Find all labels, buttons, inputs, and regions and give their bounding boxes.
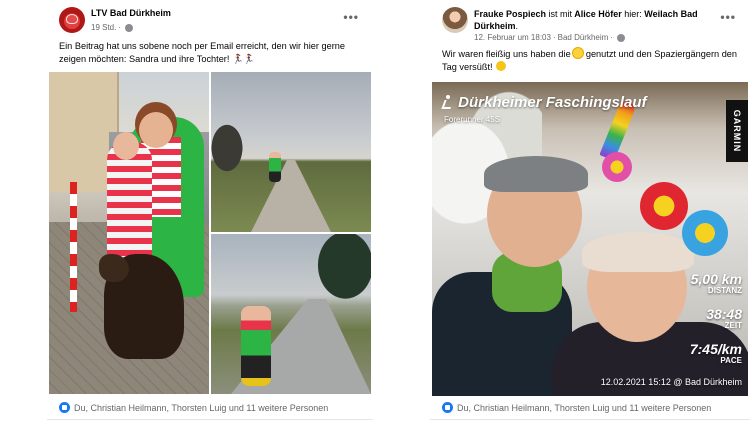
- more-icon[interactable]: •••: [720, 10, 736, 24]
- stat-distance: 5,00 km DISTANZ: [690, 271, 742, 295]
- activity-footer: 12.02.2021 15:12 @ Bad Dürkheim: [600, 377, 742, 387]
- reactions-bar[interactable]: Du, Christian Heilmann, Thorsten Luig un…: [442, 402, 711, 413]
- reactions-text[interactable]: Du, Christian Heilmann, Thorsten Luig un…: [74, 403, 328, 413]
- reactions-bar[interactable]: Du, Christian Heilmann, Thorsten Luig un…: [59, 402, 328, 413]
- run-emoji: 🏃‍♀️🏃‍♀️: [231, 54, 255, 64]
- post-text-a: Wir waren fleißig uns haben die: [442, 49, 571, 59]
- author-name[interactable]: LTV Bad Dürkheim: [91, 8, 171, 18]
- activity-photo[interactable]: Dürkheimer Faschingslauf Forerunner 45S …: [432, 82, 748, 396]
- author-name[interactable]: Frauke Pospiech: [474, 9, 546, 19]
- globe-icon: [125, 23, 134, 32]
- sun-icon: [573, 48, 584, 58]
- photo-2[interactable]: [211, 72, 371, 232]
- post-text: Ein Beitrag hat uns sobene noch per Emai…: [47, 40, 373, 66]
- post-location[interactable]: Bad Dürkheim: [558, 33, 609, 42]
- with-word: ist mit: [548, 9, 573, 19]
- photo-3[interactable]: [211, 234, 371, 394]
- post-time[interactable]: 12. Februar um 18:03: [474, 33, 551, 42]
- avatar[interactable]: [59, 7, 85, 33]
- like-icon: [59, 402, 70, 413]
- post-meta: 12. Februar um 18:03 · Bad Dürkheim ·: [474, 33, 625, 42]
- post-text-content: Ein Beitrag hat uns sobene noch per Emai…: [59, 41, 345, 64]
- photo-grid: [49, 72, 371, 394]
- run-icon: [442, 95, 452, 107]
- more-icon[interactable]: •••: [343, 10, 359, 24]
- post-text: Wir waren fleißig uns haben die genutzt …: [430, 48, 750, 74]
- post-time[interactable]: 19 Std.: [91, 23, 116, 32]
- reactions-text[interactable]: Du, Christian Heilmann, Thorsten Luig un…: [457, 403, 711, 413]
- author-line: Frauke Pospiech ist mit Alice Höfer hier…: [474, 9, 698, 31]
- device-name: Forerunner 45S: [444, 115, 501, 124]
- post-ltv: LTV Bad Dürkheim 19 Std. · ••• Ein Beitr…: [47, 0, 373, 422]
- activity-title: Dürkheimer Faschingslauf: [442, 94, 647, 111]
- with-person[interactable]: Alice Höfer: [574, 9, 622, 19]
- post-meta: 19 Std. ·: [91, 23, 134, 32]
- stat-time: 38:48 ZEIT: [706, 306, 742, 330]
- here-word: hier:: [624, 9, 642, 19]
- divider: [430, 419, 750, 420]
- post-header: LTV Bad Dürkheim 19 Std. · •••: [47, 0, 373, 40]
- post-header: Frauke Pospiech ist mit Alice Höfer hier…: [430, 0, 750, 44]
- post-frauke: Frauke Pospiech ist mit Alice Höfer hier…: [430, 0, 750, 422]
- stat-pace: 7:45/km PACE: [689, 341, 742, 365]
- avatar[interactable]: [442, 7, 468, 33]
- globe-icon: [616, 33, 625, 42]
- smile-icon: [496, 61, 507, 71]
- divider: [47, 419, 373, 420]
- garmin-logo: GARMIN: [726, 100, 748, 162]
- photo-1[interactable]: [49, 72, 209, 394]
- like-icon: [442, 402, 453, 413]
